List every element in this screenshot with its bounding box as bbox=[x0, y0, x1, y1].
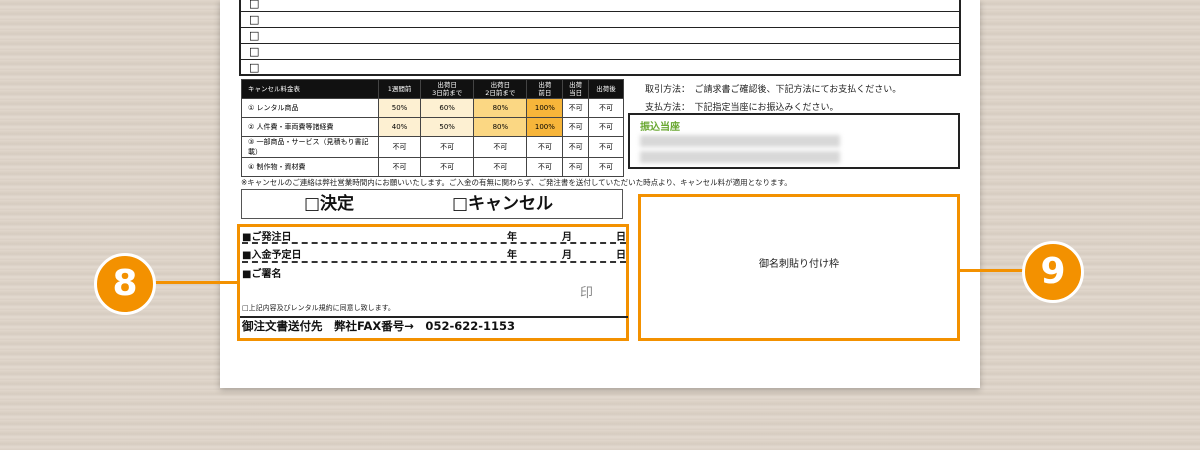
day-label: 日 bbox=[616, 232, 626, 243]
table-header-cell: 出荷日 2日前まで bbox=[473, 79, 528, 99]
bank-account-title: 振込当座 bbox=[640, 122, 680, 133]
divider bbox=[242, 261, 626, 263]
row-label: ③ 一部商品・サービス（見積もり書記載） bbox=[241, 136, 379, 158]
table-cell: 不可 bbox=[562, 157, 589, 177]
table-cell: 80% bbox=[473, 117, 528, 137]
checklist-row[interactable]: □ bbox=[241, 12, 959, 28]
table-cell: 100% bbox=[526, 117, 564, 137]
table-row: ③ 一部商品・サービス（見積もり書記載） 不可 不可 不可 不可 不可 不可 bbox=[241, 136, 625, 158]
table-cell: 不可 bbox=[526, 136, 564, 158]
order-form-sheet: □ □ □ □ □ キャンセル料金表 1週間前 出荷日 3日前まで 出荷日 2日… bbox=[220, 0, 980, 388]
checklist-row[interactable]: □ bbox=[241, 28, 959, 44]
table-header-cell: 出荷後 bbox=[587, 79, 625, 99]
table-cell: 不可 bbox=[473, 136, 528, 158]
table-cell: 不可 bbox=[562, 136, 589, 158]
transaction-method-text: 取引方法： ご請求書ご確認後、下記方法にてお支払ください。 bbox=[645, 85, 902, 95]
redacted-bank-details bbox=[640, 151, 840, 163]
table-cell: 50% bbox=[420, 117, 475, 137]
checklist-row[interactable]: □ bbox=[241, 0, 959, 12]
table-cell: 不可 bbox=[473, 157, 528, 177]
table-cell: 50% bbox=[377, 98, 422, 118]
month-label: 月 bbox=[562, 232, 572, 243]
cancel-checkbox[interactable]: □キャンセル bbox=[452, 190, 553, 218]
table-cell: 80% bbox=[473, 98, 528, 118]
decide-checkbox[interactable]: □決定 bbox=[304, 190, 354, 218]
table-cell: 40% bbox=[377, 117, 422, 137]
row-label: ① レンタル商品 bbox=[241, 98, 379, 118]
table-cell: 不可 bbox=[420, 157, 475, 177]
table-cell: 不可 bbox=[562, 98, 589, 118]
signature-label: ■ご署名 bbox=[242, 269, 282, 280]
month-label: 月 bbox=[562, 250, 572, 261]
table-row: ② 人件費・車両費等諸経費 40% 50% 80% 100% 不可 不可 bbox=[241, 117, 625, 137]
table-cell: 不可 bbox=[420, 136, 475, 158]
seal-mark: 印 bbox=[580, 286, 594, 301]
row-label: ② 人件費・車両費等諸経費 bbox=[241, 117, 379, 137]
table-row: ① レンタル商品 50% 60% 80% 100% 不可 不可 bbox=[241, 98, 625, 118]
row-label: ④ 制作物・資材費 bbox=[241, 157, 379, 177]
connector-line-8 bbox=[150, 281, 238, 284]
table-header-cell: 出荷 前日 bbox=[526, 79, 564, 99]
table-cell: 不可 bbox=[587, 117, 625, 137]
table-header-cell: 出荷 当日 bbox=[562, 79, 589, 99]
decision-box: □決定 □キャンセル bbox=[241, 189, 623, 219]
table-header-cell: キャンセル料金表 bbox=[241, 79, 379, 99]
table-cell: 不可 bbox=[377, 136, 422, 158]
fax-send-info: 御注文書送付先 弊社FAX番号→ 052-622-1153 bbox=[242, 319, 515, 333]
divider bbox=[242, 242, 626, 244]
table-cell: 不可 bbox=[377, 157, 422, 177]
table-cell: 不可 bbox=[587, 98, 625, 118]
cancellation-notice: ※キャンセルのご連絡は弊社営業時間内にお願いいたします。ご入金の有無に関わらず、… bbox=[241, 178, 792, 187]
table-cell: 不可 bbox=[587, 136, 625, 158]
business-card-label: 御名刺貼り付け枠 bbox=[759, 259, 839, 270]
table-row: ④ 制作物・資材費 不可 不可 不可 不可 不可 不可 bbox=[241, 157, 625, 177]
day-label: 日 bbox=[616, 250, 626, 261]
cancellation-fee-table: キャンセル料金表 1週間前 出荷日 3日前まで 出荷日 2日前まで 出荷 前日 … bbox=[241, 79, 625, 177]
table-header-cell: 1週間前 bbox=[377, 79, 422, 99]
checklist-row[interactable]: □ bbox=[241, 44, 959, 60]
callout-badge-8: 8 bbox=[94, 253, 156, 315]
payment-method-text: 支払方法： 下記指定当座にお振込みください。 bbox=[645, 103, 839, 113]
redacted-bank-details bbox=[640, 135, 840, 147]
connector-line-9 bbox=[960, 269, 1030, 272]
table-header-cell: 出荷日 3日前まで bbox=[420, 79, 475, 99]
table-header-row: キャンセル料金表 1週間前 出荷日 3日前まで 出荷日 2日前まで 出荷 前日 … bbox=[241, 79, 625, 99]
table-cell: 不可 bbox=[587, 157, 625, 177]
table-cell: 100% bbox=[526, 98, 564, 118]
year-label: 年 bbox=[507, 232, 517, 243]
checklist-row[interactable]: □ bbox=[241, 60, 959, 76]
callout-badge-9: 9 bbox=[1022, 241, 1084, 303]
year-label: 年 bbox=[507, 250, 517, 261]
table-cell: 不可 bbox=[562, 117, 589, 137]
table-cell: 不可 bbox=[526, 157, 564, 177]
order-date-label: ■ご発注日 bbox=[242, 232, 292, 243]
table-cell: 60% bbox=[420, 98, 475, 118]
bank-account-box: 振込当座 bbox=[628, 113, 960, 169]
agreement-checkbox[interactable]: □上記内容及びレンタル規約に同意し致します。 bbox=[242, 303, 395, 313]
item-checklist-table: □ □ □ □ □ bbox=[239, 0, 961, 76]
payment-date-label: ■入金予定日 bbox=[242, 250, 302, 261]
